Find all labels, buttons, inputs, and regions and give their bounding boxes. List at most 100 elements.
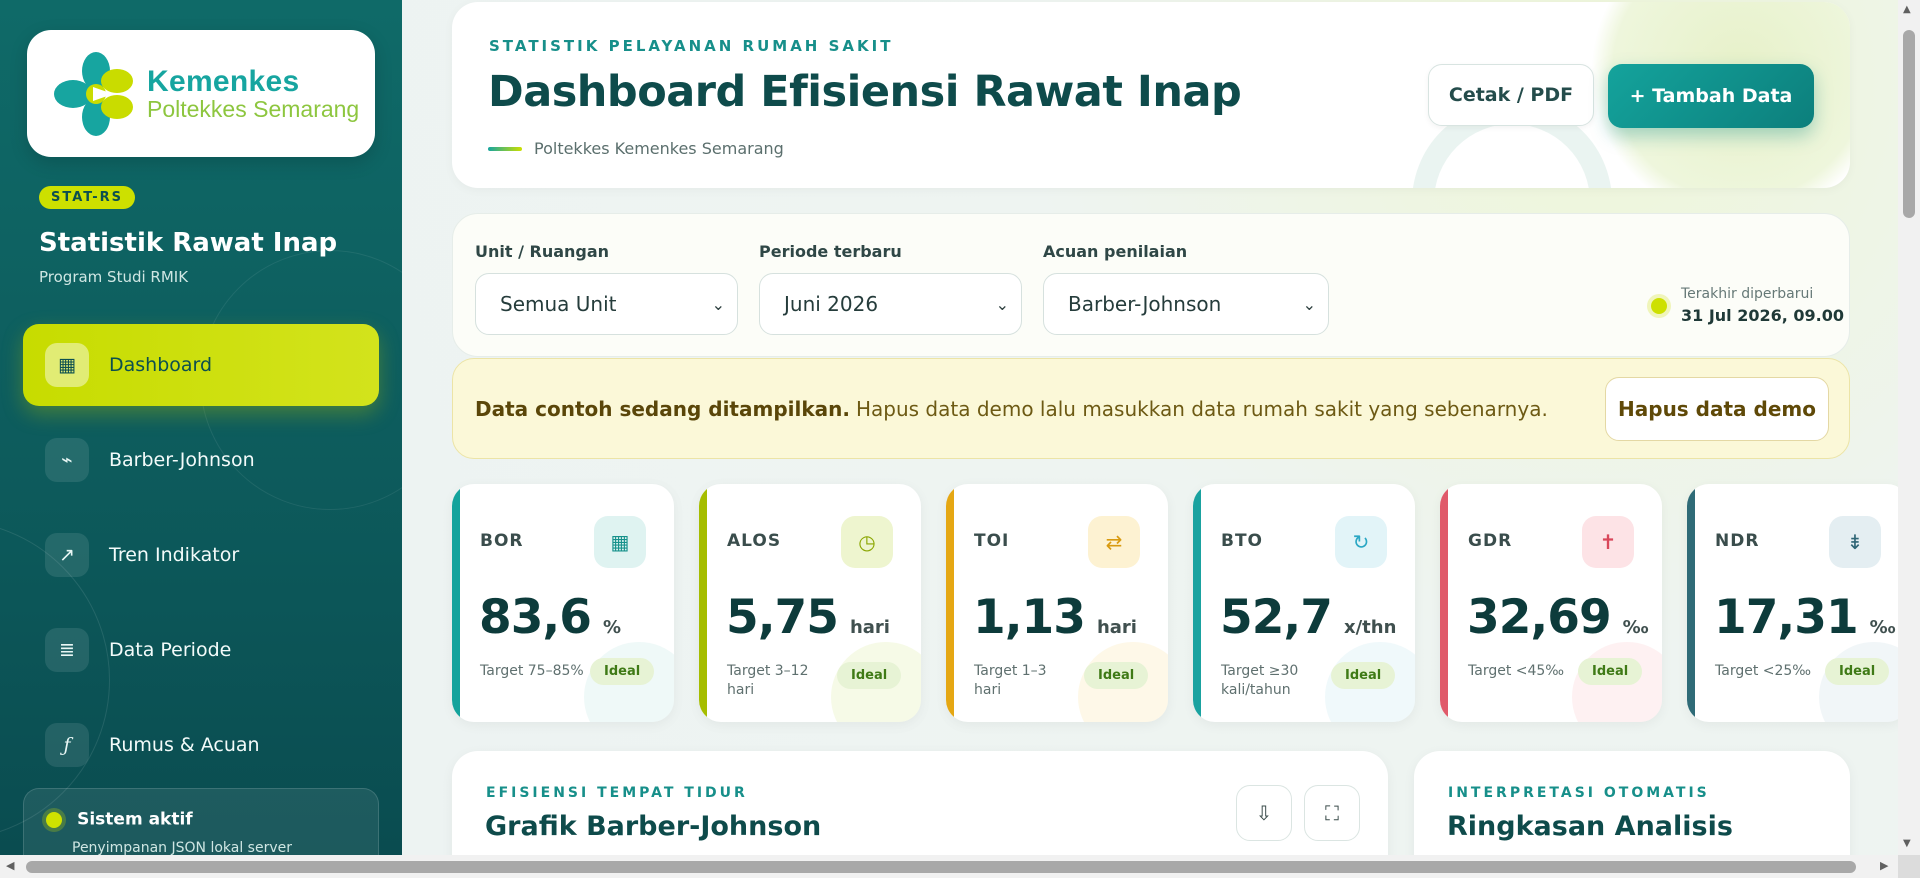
kpi-accent bbox=[452, 484, 460, 722]
vertical-scrollbar[interactable]: ▲ ▼ bbox=[1898, 0, 1920, 855]
kpi-target: Target 3–12 hari bbox=[727, 663, 809, 698]
kpi-card-alos[interactable]: ALOS ◷ 5,75 hari Target 3–12 hari Ideal bbox=[699, 484, 921, 722]
logo-text-primary: Kemenkes bbox=[147, 64, 300, 98]
sidebar-item-label: Barber-Johnson bbox=[109, 449, 255, 471]
download-button[interactable]: ⇩ bbox=[1236, 785, 1292, 841]
kpi-name: BOR bbox=[480, 531, 524, 551]
kpi-card-bor[interactable]: BOR ▦ 83,6% Target 75–85% Ideal bbox=[452, 484, 674, 722]
system-status-card: Sistem aktif Penyimpanan JSON lokal serv… bbox=[23, 788, 379, 855]
status-badge: Ideal bbox=[1331, 662, 1396, 689]
kpi-accent bbox=[1440, 484, 1448, 722]
scroll-left-icon[interactable]: ◀ bbox=[6, 859, 14, 872]
kpi-accent bbox=[699, 484, 707, 722]
clear-demo-button[interactable]: Hapus data demo bbox=[1605, 377, 1829, 441]
print-pdf-button[interactable]: Cetak / PDF bbox=[1428, 64, 1594, 126]
reference-filter: Acuan penilaian Barber-Johnson ⌄ bbox=[1043, 242, 1329, 335]
app-title: Statistik Rawat Inap bbox=[39, 228, 338, 258]
bed-grid-icon: ▦ bbox=[594, 516, 646, 568]
demo-banner-text: Hapus data demo lalu masukkan data rumah… bbox=[855, 396, 1548, 421]
reference-select-value: Barber-Johnson bbox=[1068, 292, 1222, 316]
kpi-name: NDR bbox=[1715, 531, 1760, 551]
kpi-unit: hari bbox=[849, 617, 890, 638]
reference-select[interactable]: Barber-Johnson ⌄ bbox=[1043, 273, 1329, 335]
horizontal-scroll-thumb[interactable] bbox=[26, 861, 1856, 873]
kpi-accent bbox=[1687, 484, 1695, 722]
expand-icon: ⛶ bbox=[1325, 801, 1339, 825]
kpi-name: ALOS bbox=[727, 531, 782, 551]
kpi-target: Target ≥30 kali/tahun bbox=[1221, 663, 1299, 698]
sidebar-item-dashboard[interactable]: ▦ Dashboard bbox=[23, 324, 379, 406]
kpi-unit: ‰ bbox=[1869, 617, 1896, 638]
trend-line-icon: ⌁ bbox=[45, 438, 89, 482]
fullscreen-button[interactable]: ⛶ bbox=[1304, 785, 1360, 841]
sidebar-nav: ▦ Dashboard ⌁ Barber-Johnson ↗ Tren Indi… bbox=[23, 324, 379, 799]
kpi-cards: BOR ▦ 83,6% Target 75–85% Ideal ALOS ◷ 5… bbox=[452, 484, 1898, 722]
scrollbar-corner bbox=[1898, 855, 1920, 878]
add-data-button[interactable]: + Tambah Data bbox=[1608, 64, 1814, 128]
status-dot-icon bbox=[46, 811, 62, 828]
summary-card-kicker: INTERPRETASI OTOMATIS bbox=[1448, 785, 1710, 801]
status-badge: Ideal bbox=[1578, 658, 1643, 685]
period-select-value: Juni 2026 bbox=[784, 292, 879, 316]
main-content: STATISTIK PELAYANAN RUMAH SAKIT Dashboar… bbox=[402, 0, 1898, 855]
function-icon: ƒ bbox=[45, 723, 89, 767]
status-badge: Ideal bbox=[837, 662, 902, 689]
kpi-value-number: 32,69 bbox=[1467, 590, 1612, 645]
cross-icon: ✝ bbox=[1582, 516, 1634, 568]
system-status-title: Sistem aktif bbox=[77, 809, 193, 830]
sidebar-item-barber-johnson[interactable]: ⌁ Barber-Johnson bbox=[23, 419, 379, 501]
unit-filter-label: Unit / Ruangan bbox=[475, 242, 610, 261]
period-filter: Periode terbaru Juni 2026 ⌄ bbox=[759, 242, 1022, 335]
scroll-down-icon[interactable]: ▼ bbox=[1903, 838, 1911, 849]
page-header: STATISTIK PELAYANAN RUMAH SAKIT Dashboar… bbox=[452, 2, 1850, 188]
kpi-value: 5,75 hari bbox=[726, 590, 890, 645]
unit-select[interactable]: Semua Unit ⌄ bbox=[475, 273, 738, 335]
logo-card[interactable]: Kemenkes Poltekkes Semarang bbox=[27, 30, 375, 157]
arrow-up-right-icon: ↗ bbox=[45, 533, 89, 577]
kpi-card-toi[interactable]: TOI ⇄ 1,13 hari Target 1–3 hari Ideal bbox=[946, 484, 1168, 722]
chart-card-title: Grafik Barber-Johnson bbox=[485, 811, 822, 842]
sidebar-item-data-periode[interactable]: ≣ Data Periode bbox=[23, 609, 379, 691]
scroll-up-icon[interactable]: ▲ bbox=[1903, 4, 1911, 15]
demo-data-banner: Data contoh sedang ditampilkan. Hapus da… bbox=[452, 358, 1850, 459]
unit-select-value: Semua Unit bbox=[500, 292, 617, 316]
kpi-name: TOI bbox=[974, 531, 1010, 551]
kpi-unit: x/thn bbox=[1343, 617, 1397, 638]
sidebar-item-rumus-acuan[interactable]: ƒ Rumus & Acuan bbox=[23, 704, 379, 786]
kpi-target: Target <45‰ bbox=[1468, 663, 1565, 679]
kpi-value-number: 17,31 bbox=[1714, 590, 1859, 645]
status-badge: Ideal bbox=[1825, 658, 1890, 685]
sidebar: Kemenkes Poltekkes Semarang STAT-RS Stat… bbox=[0, 0, 402, 855]
status-badge: Ideal bbox=[590, 658, 655, 685]
kpi-card-gdr[interactable]: GDR ✝ 32,69 ‰ Target <45‰ Ideal bbox=[1440, 484, 1662, 722]
kpi-card-bto[interactable]: BTO ↻ 52,7 x/thn Target ≥30 kali/tahun Id… bbox=[1193, 484, 1415, 722]
period-select[interactable]: Juni 2026 ⌄ bbox=[759, 273, 1022, 335]
logo-text-secondary: Poltekkes Semarang bbox=[147, 96, 360, 123]
subtitle-accent-bar bbox=[488, 146, 522, 151]
last-updated-value: 31 Jul 2026, 09.00 bbox=[1681, 306, 1845, 325]
sidebar-item-tren-indikator[interactable]: ↗ Tren Indikator bbox=[23, 514, 379, 596]
kemenkes-logo-icon bbox=[53, 51, 139, 137]
horizontal-scrollbar[interactable]: ◀ ▶ bbox=[0, 855, 1920, 878]
kpi-value: 83,6% bbox=[479, 590, 621, 645]
kpi-unit: hari bbox=[1096, 617, 1137, 638]
list-icon: ≣ bbox=[45, 628, 89, 672]
kpi-card-ndr[interactable]: NDR ⇟ 17,31 ‰ Target <25‰ Ideal bbox=[1687, 484, 1898, 722]
kpi-value-number: 1,13 bbox=[973, 590, 1086, 645]
period-filter-label: Periode terbaru bbox=[759, 242, 902, 261]
scroll-right-icon[interactable]: ▶ bbox=[1880, 859, 1888, 872]
analysis-summary-card: INTERPRETASI OTOMATIS Ringkasan Analisis bbox=[1414, 751, 1850, 855]
kpi-value: 32,69 ‰ bbox=[1467, 590, 1649, 645]
vertical-scroll-thumb[interactable] bbox=[1903, 30, 1915, 218]
last-updated: Terakhir diperbarui 31 Jul 2026, 09.00 bbox=[1651, 286, 1844, 325]
sidebar-item-label: Data Periode bbox=[109, 639, 232, 661]
system-status-subtitle: Penyimpanan JSON lokal server bbox=[72, 839, 292, 856]
chevron-down-icon: ⌄ bbox=[1302, 294, 1316, 314]
clock-icon: ◷ bbox=[841, 516, 893, 568]
kpi-value: 17,31 ‰ bbox=[1714, 590, 1896, 645]
kpi-name: BTO bbox=[1221, 531, 1264, 551]
chart-card-kicker: EFISIENSI TEMPAT TIDUR bbox=[486, 785, 748, 801]
page-title: Dashboard Efisiensi Rawat Inap bbox=[488, 67, 1242, 117]
kpi-target: Target 1–3 hari bbox=[974, 663, 1047, 698]
kpi-accent bbox=[1193, 484, 1201, 722]
